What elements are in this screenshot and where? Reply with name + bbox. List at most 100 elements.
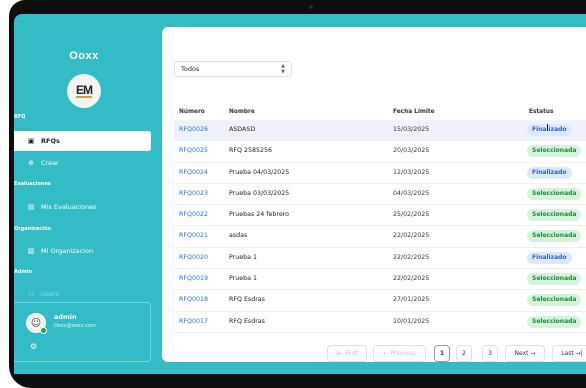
rfq-name: Prueba 1 (229, 275, 258, 283)
table-row[interactable]: RFQ0023 Prueba 03/03/2025 04/03/2025 Selecc… (174, 184, 586, 206)
table-row[interactable]: RFQ0025 RFQ 2585256 20/03/2025 Seleccionada (174, 141, 586, 163)
sidebar-item-label: RFQs (41, 137, 60, 145)
next-page-button[interactable]: Next → (505, 345, 545, 362)
webcam (309, 5, 313, 9)
app-screen: Ooxx EM RFQ ▣ RFQs ⊕ Crear Evaluaciones … (14, 14, 586, 374)
section-rfq: RFQ (14, 114, 26, 120)
rfq-deadline: 12/03/2025 (393, 168, 430, 176)
rfq-name: asdas (229, 232, 248, 240)
text-cursor-icon: I (546, 123, 549, 134)
rfq-number-link[interactable]: RFQ0021 (179, 232, 208, 239)
clipboard-icon: ▤ (27, 203, 35, 211)
rfq-deadline: 20/03/2025 (393, 147, 430, 155)
building-icon: ▥ (27, 247, 35, 255)
rfq-deadline: 25/02/2025 (393, 211, 430, 219)
rfq-number-link[interactable]: RFQ0024 (179, 169, 208, 176)
status-badge: Finalizado (527, 166, 572, 179)
status-badge: Seleccionada (527, 315, 582, 328)
user-email: Ooxx@ooxx.com (54, 323, 96, 329)
sidebar-item-crear[interactable]: ⊕ Crear (26, 159, 59, 167)
user-name: admin (54, 313, 77, 321)
rfq-deadline: 22/02/2025 (393, 253, 430, 261)
rfq-deadline: 10/01/2025 (393, 317, 430, 325)
table-row[interactable]: RFQ0022 Pruebas 24 febrero 25/02/2025 Selec… (174, 205, 586, 227)
table-row[interactable]: RFQ0019 Prueba 1 22/02/2025 Seleccionada (174, 269, 586, 291)
status-badge: Finalizado (527, 251, 572, 264)
sidebar-item-label: Users (41, 290, 60, 298)
logo-text: EM (76, 83, 93, 98)
rfq-deadline: 27/01/2025 (393, 296, 430, 304)
rfq-number-link[interactable]: RFQ0026 (179, 126, 208, 133)
rfq-name: RFQ 2585256 (229, 147, 272, 155)
table-row[interactable]: RFQ0026 ASDASD 15/03/2025 Finalizado I (174, 120, 586, 142)
page-3-button[interactable]: 3 (482, 345, 498, 362)
rfq-number-link[interactable]: RFQ0018 (179, 296, 208, 303)
sidebar-item-mi-organizacion[interactable]: ▥ Mi Organizacion (26, 247, 93, 255)
rfq-name: Prueba 04/03/2025 (229, 168, 290, 176)
rfq-number-link[interactable]: RFQ0020 (179, 254, 208, 261)
laptop-frame: Ooxx EM RFQ ▣ RFQs ⊕ Crear Evaluaciones … (9, 0, 586, 388)
previous-page-button[interactable]: ← Previous (373, 345, 426, 362)
users-icon: ⚇ (27, 290, 35, 298)
table-row[interactable]: RFQ0024 Prueba 04/03/2025 12/03/2025 Finali… (174, 163, 586, 184)
last-page-button[interactable]: Last →| (552, 345, 586, 362)
user-card[interactable]: ☺ admin Ooxx@ooxx.com ⚙ (14, 302, 151, 362)
sidebar-item-mis-evaluaciones[interactable]: ▤ Mis Evaluaciones (26, 203, 97, 211)
rfq-name: Prueba 03/03/2025 (229, 189, 290, 197)
section-admin: Admin (14, 269, 32, 275)
sidebar: Ooxx EM RFQ ▣ RFQs ⊕ Crear Evaluaciones … (14, 14, 154, 374)
rfq-name: RFQ Esdras (229, 317, 265, 325)
header-estatus[interactable]: Estatus (529, 109, 553, 115)
status-badge: Finalizado (527, 124, 572, 136)
rfq-deadline: 22/02/2025 (393, 275, 430, 283)
section-organizacion: Organización (14, 226, 51, 232)
rfq-number-link[interactable]: RFQ0023 (179, 190, 208, 197)
rfq-number-link[interactable]: RFQ0022 (179, 211, 208, 218)
main-panel: Todos ▲ ▼ Número Nombre Fecha Límite Esta… (162, 27, 586, 362)
document-icon: ▣ (27, 137, 35, 145)
table-row[interactable]: RFQ0017 RFQ Esdras 10/01/2025 Seleccionada (174, 312, 586, 333)
rfq-name: ASDASD (229, 126, 256, 133)
rfq-table-body: RFQ0026 ASDASD 15/03/2025 Finalizado I RFQ002… (174, 120, 586, 333)
status-filter-value: Todos (181, 65, 200, 73)
pagination: |← First ← Previous 1 2 3 Next → Last →| (162, 345, 586, 362)
sidebar-item-users[interactable]: ⚇ Users (26, 290, 59, 298)
online-status-icon (40, 327, 47, 334)
status-badge: Seleccionada (527, 273, 582, 286)
gear-icon[interactable]: ⚙ (30, 342, 37, 351)
status-filter-select[interactable]: Todos ▲ ▼ (174, 61, 292, 77)
plus-circle-icon: ⊕ (28, 159, 34, 167)
rfq-name: Prueba 1 (229, 253, 258, 261)
brand-name: Ooxx (69, 50, 99, 62)
sidebar-item-label: Mis Evaluaciones (41, 203, 97, 211)
rfq-number-link[interactable]: RFQ0019 (179, 275, 208, 282)
header-nombre[interactable]: Nombre (229, 109, 255, 115)
section-evaluaciones: Evaluaciones (14, 181, 51, 187)
rfq-number-link[interactable]: RFQ0025 (179, 147, 208, 154)
rfq-deadline: 04/03/2025 (393, 189, 430, 197)
rfq-deadline: 22/02/2025 (393, 232, 430, 240)
rfq-name: RFQ Esdras (229, 296, 265, 304)
table-row[interactable]: RFQ0020 Prueba 1 22/02/2025 Finalizado (174, 248, 586, 270)
status-badge: Seleccionada (527, 230, 582, 243)
chevron-updown-icon: ▲ ▼ (281, 63, 285, 75)
status-badge: Seleccionada (527, 187, 582, 200)
sidebar-item-label: Crear (41, 159, 59, 167)
page-1-button[interactable]: 1 (434, 345, 450, 362)
company-logo: EM (67, 74, 101, 108)
rfq-name: Pruebas 24 febrero (229, 211, 290, 219)
header-fecha-limite[interactable]: Fecha Límite (393, 109, 435, 115)
status-badge: Seleccionada (527, 145, 582, 158)
header-numero[interactable]: Número (179, 109, 205, 115)
table-header: Número Nombre Fecha Límite Estatus (174, 105, 586, 119)
rfq-number-link[interactable]: RFQ0017 (179, 318, 208, 325)
status-badge: Seleccionada (527, 294, 582, 307)
table-row[interactable]: RFQ0018 RFQ Esdras 27/01/2025 Seleccionada (174, 290, 586, 312)
sidebar-item-label: Mi Organizacion (41, 247, 94, 255)
first-page-button[interactable]: |← First (327, 345, 367, 362)
rfq-deadline: 15/03/2025 (393, 126, 430, 133)
page-2-button[interactable]: 2 (456, 345, 472, 362)
status-badge: Seleccionada (527, 209, 582, 222)
table-row[interactable]: RFQ0021 asdas 22/02/2025 Seleccionada (174, 226, 586, 248)
sidebar-item-rfqs[interactable]: ▣ RFQs (14, 131, 151, 151)
